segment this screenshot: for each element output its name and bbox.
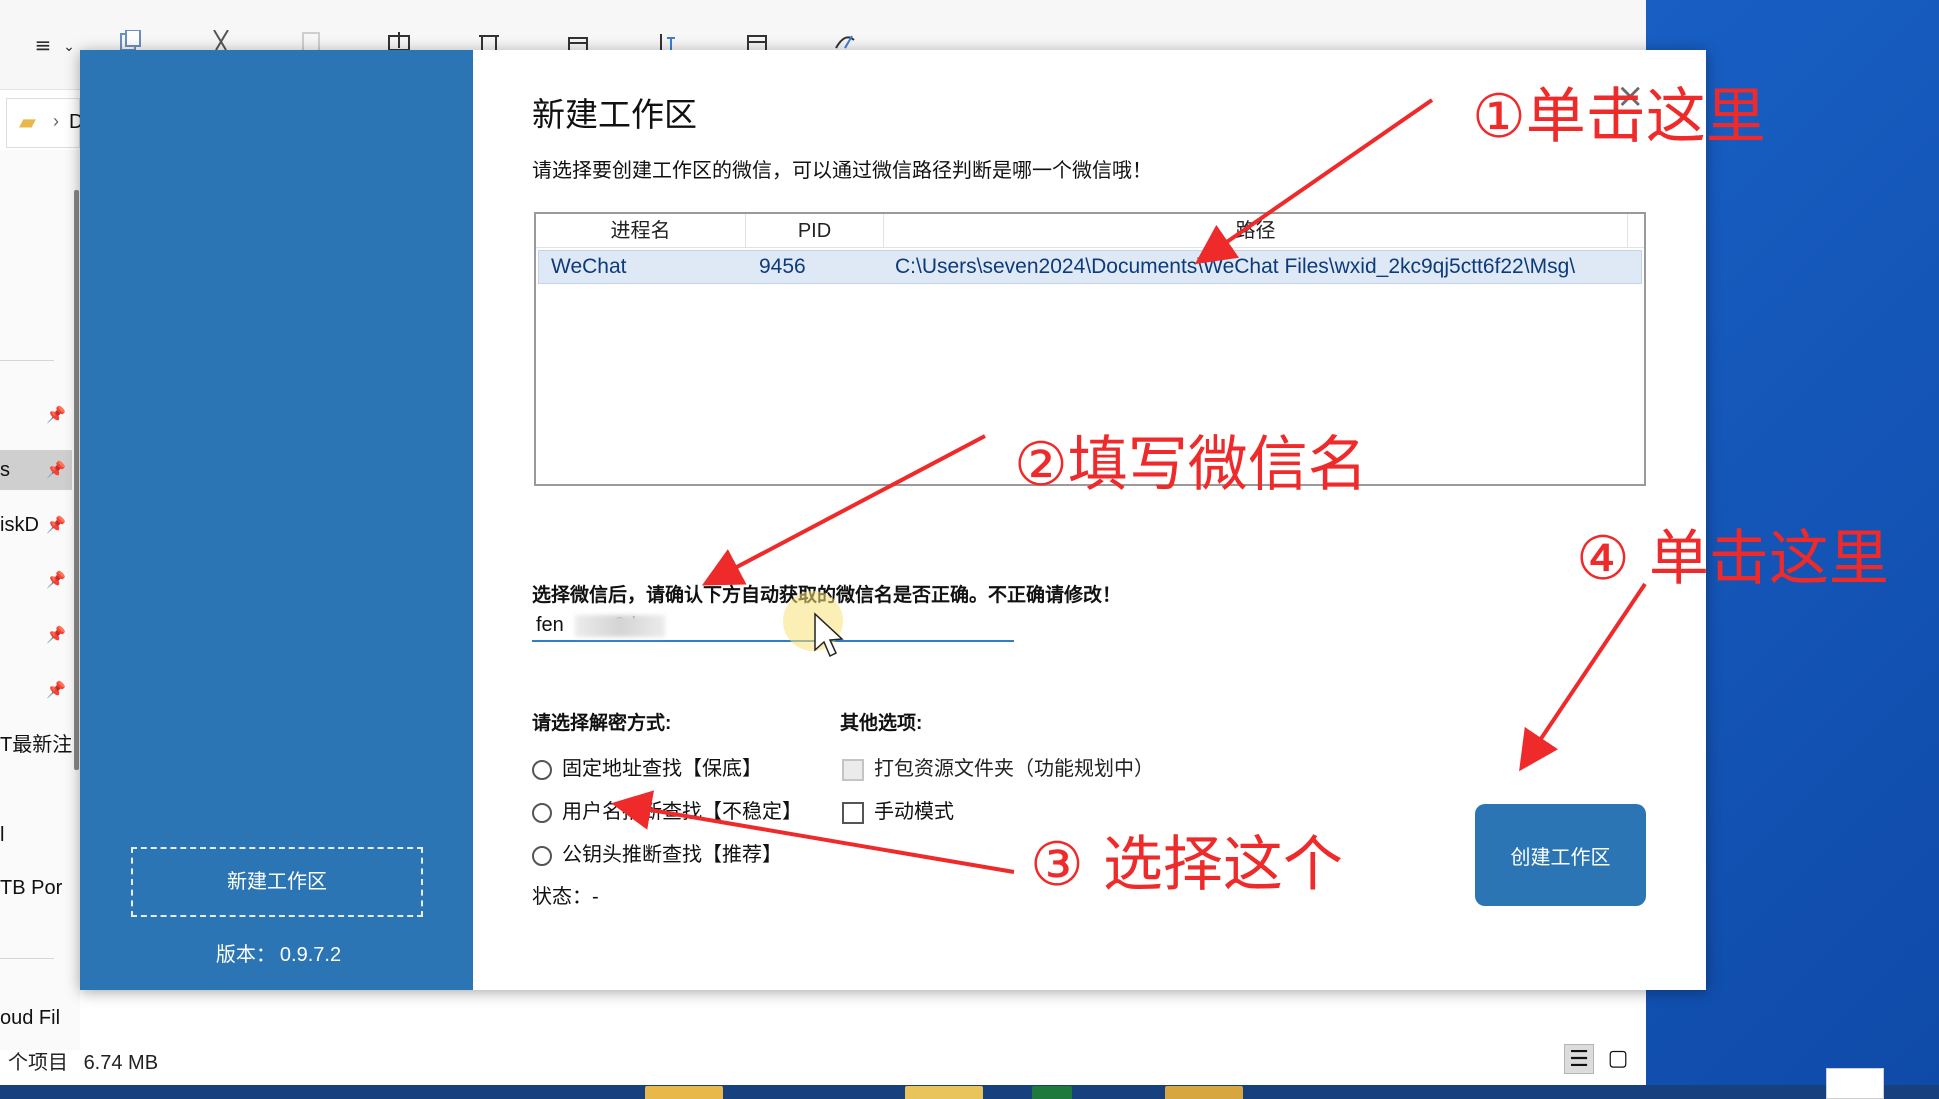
column-header-process-name[interactable]: 进程名: [536, 214, 746, 248]
sidebar-item-label: T最新注: [0, 734, 72, 756]
status-value: -: [592, 886, 599, 908]
pin-icon: 📌: [46, 405, 66, 424]
dialog-sidebar: 新建工作区 版本： 0.9.7.2: [80, 50, 473, 990]
version-text: 版本： 0.9.7.2: [80, 938, 473, 967]
cell-path: C:\Users\seven2024\Documents\WeChat File…: [895, 255, 1576, 278]
create-workspace-button[interactable]: 创建工作区: [1475, 804, 1646, 906]
new-workspace-side-button[interactable]: 新建工作区: [131, 847, 423, 917]
pin-icon: 📌: [46, 570, 66, 589]
pin-icon: 📌: [46, 460, 66, 479]
radio-circle[interactable]: [532, 759, 552, 780]
pin-icon: 📌: [46, 680, 66, 699]
sidebar-item-3[interactable]: 📌: [0, 560, 72, 600]
sidebar-item-5[interactable]: 📌: [0, 670, 72, 710]
annotation-step-3: ③ 选择这个: [1030, 830, 1343, 900]
taskbar-app-explorer[interactable]: [905, 1086, 983, 1099]
radio-label: 用户名推断查找【不稳定】: [562, 801, 802, 823]
filter-icon[interactable]: [832, 30, 858, 52]
new-workspace-dialog: 新建工作区 版本： 0.9.7.2 新建工作区 × 请选择要创建工作区的微信，可以…: [80, 50, 1706, 990]
decrypt-method-label: 请选择解密方式:: [532, 713, 672, 734]
radio-circle[interactable]: [532, 845, 552, 866]
table-row[interactable]: WeChat 9456 C:\Users\seven2024\Documents…: [538, 250, 1642, 284]
sidebar-scrollbar[interactable]: [74, 190, 79, 770]
version-number: 0.9.7.2: [279, 944, 342, 966]
folder-icon: ▰: [19, 109, 36, 134]
delete-icon[interactable]: [476, 30, 502, 52]
taskbar-app-folder[interactable]: [645, 1086, 723, 1099]
other-options-label: 其他选项:: [840, 713, 923, 734]
radio-pubkey-inference[interactable]: 公钥头推断查找【推荐】: [532, 838, 782, 867]
address-bar[interactable]: ▰ › D: [6, 98, 83, 148]
rename-icon[interactable]: [386, 30, 412, 52]
view-icon[interactable]: [744, 30, 770, 52]
sidebar-item-2[interactable]: iskD 📌: [0, 505, 72, 545]
sidebar-divider: [0, 958, 54, 959]
radio-label: 固定地址查找【保底】: [562, 758, 762, 780]
desktop-file-icon[interactable]: [1826, 1068, 1884, 1099]
sidebar-item-8[interactable]: TB Por: [0, 868, 72, 908]
checkbox-manual-mode[interactable]: 手动模式: [842, 795, 954, 824]
dialog-description: 请选择要创建工作区的微信，可以通过微信路径判断是哪一个微信哦！: [532, 160, 1152, 182]
cell-process-name: WeChat: [551, 255, 627, 278]
sidebar-item-label: s: [0, 459, 10, 481]
path-separator: ›: [53, 111, 59, 131]
details-view-button[interactable]: ☰: [1564, 1044, 1594, 1074]
cut-icon[interactable]: [208, 29, 234, 52]
sidebar-item-label: TB Por: [0, 877, 63, 899]
item-count: 个项目: [8, 1052, 68, 1074]
sidebar-item-7[interactable]: l: [0, 815, 72, 855]
copy-icon[interactable]: [117, 29, 143, 52]
radio-label: 公钥头推断查找【推荐】: [562, 844, 782, 866]
sidebar-item-6[interactable]: T最新注: [0, 725, 72, 765]
sidebar-divider: [0, 360, 54, 361]
sidebar-item-label: iskD: [0, 514, 39, 536]
annotation-step-2: ②填写微信名: [1014, 430, 1368, 500]
share-icon[interactable]: [565, 30, 591, 52]
status-bar: 个项目 6.74 MB: [8, 1046, 158, 1075]
radio-fixed-address[interactable]: 固定地址查找【保底】: [532, 752, 762, 781]
checkbox-box[interactable]: [842, 801, 864, 824]
sidebar-item-label: l: [0, 824, 5, 846]
radio-username-inference[interactable]: 用户名推断查找【不稳定】: [532, 795, 802, 824]
cursor-highlight: [783, 591, 843, 651]
column-header-path[interactable]: 路径: [884, 214, 1628, 248]
checkbox-label: 手动模式: [874, 801, 954, 823]
sidebar-item-4[interactable]: 📌: [0, 615, 72, 655]
sidebar-item-0[interactable]: 📌: [0, 395, 72, 435]
explorer-sidebar: 📌 s 📌 iskD 📌 📌 📌 📌 T最新注 l TB Por oud Fil: [0, 150, 80, 1050]
sidebar-item-label: oud Fil: [0, 1007, 61, 1029]
checkbox-box: [842, 758, 864, 781]
sidebar-item-9[interactable]: oud Fil: [0, 998, 72, 1038]
dialog-title: 新建工作区: [532, 96, 697, 133]
paste-icon[interactable]: [298, 30, 324, 52]
checkbox-pack-resources: 打包资源文件夹（功能规划中）: [842, 752, 1154, 781]
sidebar-item-1[interactable]: s 📌: [0, 450, 72, 490]
taskbar-app-excel[interactable]: [1032, 1086, 1072, 1099]
annotation-step-4: ④ 单击这里: [1576, 524, 1889, 594]
large-icons-view-button[interactable]: ▢: [1603, 1044, 1633, 1074]
chevron-down-icon[interactable]: ⌄: [56, 36, 82, 58]
radio-circle[interactable]: [532, 802, 552, 823]
pin-icon: 📌: [46, 625, 66, 644]
table-header: 进程名 PID 路径: [536, 214, 1644, 248]
status-label: 状态：: [532, 886, 592, 908]
sort-icon[interactable]: [653, 30, 679, 52]
cell-pid: 9456: [759, 255, 806, 278]
pin-icon: 📌: [46, 515, 66, 534]
redaction-blur: [575, 615, 665, 637]
taskbar-app-other[interactable]: [1165, 1086, 1243, 1099]
status-text: 状态：-: [532, 880, 599, 909]
column-header-pid[interactable]: PID: [746, 214, 884, 248]
selection-size: 6.74 MB: [83, 1052, 159, 1074]
annotation-step-1: ①单击这里: [1472, 82, 1766, 152]
menu-icon[interactable]: ≡: [30, 34, 56, 56]
checkbox-label: 打包资源文件夹（功能规划中）: [874, 758, 1154, 780]
version-label: 版本：: [215, 944, 276, 966]
